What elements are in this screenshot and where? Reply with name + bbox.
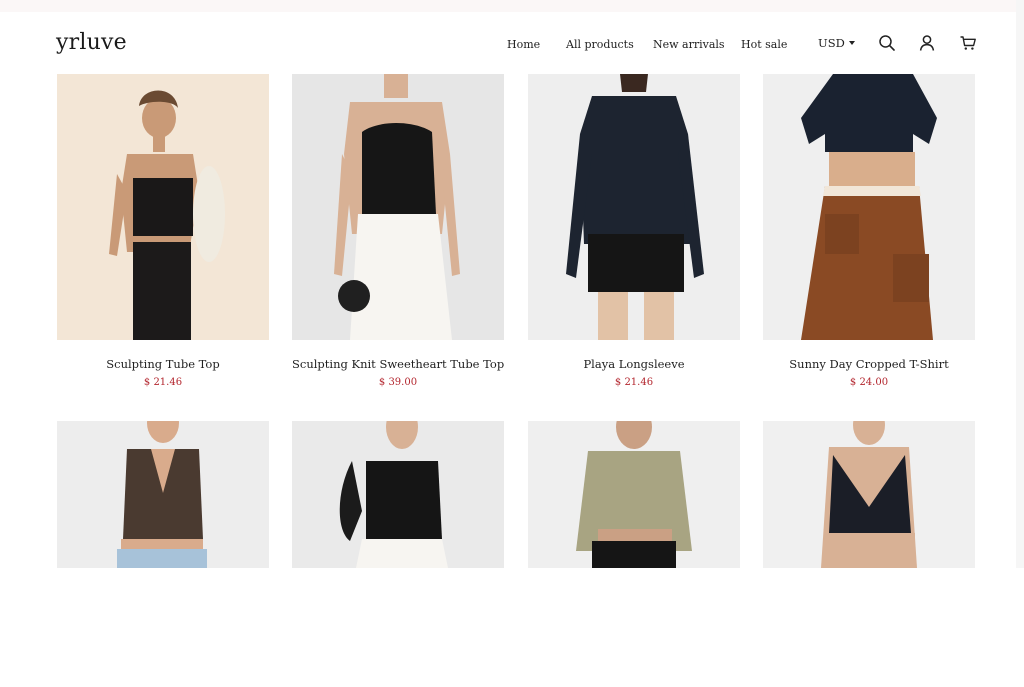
product-price: $ 24.00 [849,377,889,388]
product-image[interactable] [763,421,975,687]
product-image[interactable] [57,74,269,340]
window-edge [1016,0,1024,568]
nav-item-hot-sale[interactable]: Hot sale [741,38,787,51]
product-name[interactable]: Playa Longsleeve [528,357,740,371]
product-name[interactable]: Sculpting Knit Sweetheart Tube Top [292,357,504,371]
product-image[interactable] [528,74,740,340]
nav-item-all-products[interactable]: All products [566,38,634,51]
user-icon[interactable] [918,34,936,52]
product-price: $ 21.46 [614,377,654,388]
currency-label: USD [818,36,845,50]
top-strip [0,0,1024,12]
currency-selector[interactable]: USD [818,36,855,50]
product-name[interactable]: Sculpting Tube Top [57,357,269,371]
product-price: $ 39.00 [378,377,418,388]
site-header: yrluve Home All products New arrivals Ho… [0,12,1024,74]
product-price: $ 21.46 [143,377,183,388]
product-name[interactable]: Sunny Day Cropped T-Shirt [763,357,975,371]
search-icon[interactable] [878,34,896,52]
product-image[interactable] [57,421,269,687]
nav-item-new-arrivals[interactable]: New arrivals [653,38,725,51]
cart-icon[interactable] [959,34,977,52]
product-image[interactable] [763,74,975,340]
chevron-down-icon [848,41,855,45]
product-image[interactable] [528,421,740,687]
product-image[interactable] [292,421,504,687]
product-image[interactable] [292,74,504,340]
main-nav: Home All products New arrivals Hot sale [0,38,1024,52]
nav-item-home[interactable]: Home [507,38,540,51]
